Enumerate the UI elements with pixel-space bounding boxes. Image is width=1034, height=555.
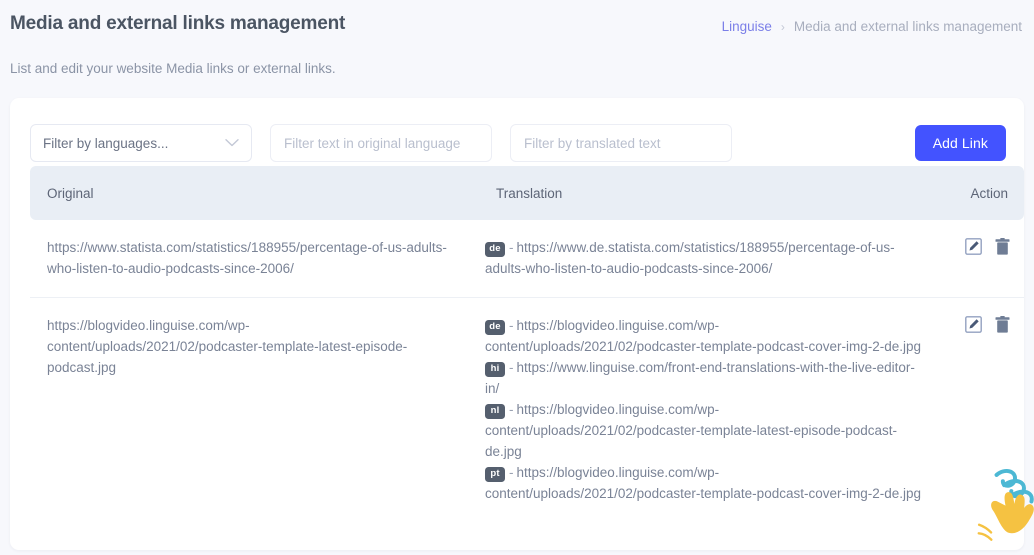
translation-url: https://www.de.statista.com/statistics/1… <box>485 240 895 276</box>
page-header: Media and external links management Ling… <box>0 0 1034 46</box>
table-row: https://www.statista.com/statistics/1889… <box>30 220 1024 298</box>
translation-entry: pt - https://blogvideo.linguise.com/wp-con… <box>485 462 924 504</box>
edit-icon[interactable] <box>965 238 982 255</box>
row-action-group <box>965 316 1010 333</box>
column-header-original: Original <box>30 166 480 220</box>
column-header-action: Action <box>940 166 1024 220</box>
translation-entry: de - https://www.de.statista.com/statistic… <box>485 237 924 279</box>
cell-action <box>940 298 1024 523</box>
delete-icon[interactable] <box>995 238 1010 255</box>
table-body: https://www.statista.com/statistics/1889… <box>30 220 1024 522</box>
translation-url: https://blogvideo.linguise.com/wp-conten… <box>485 402 898 459</box>
translation-dash: - <box>509 360 514 375</box>
cell-original: https://blogvideo.linguise.com/wp-conten… <box>47 318 408 375</box>
translation-url: https://blogvideo.linguise.com/wp-conten… <box>485 465 922 501</box>
page-root: Media and external links management Ling… <box>0 0 1034 555</box>
table-header: Original Translation Action <box>30 166 1024 220</box>
translation-dash: - <box>509 402 514 417</box>
language-badge: de <box>485 242 505 257</box>
page-title: Media and external links management <box>10 13 346 34</box>
chevron-down-icon <box>225 139 239 148</box>
cell-translation: de - https://www.de.statista.com/statistic… <box>480 220 940 298</box>
language-badge: pt <box>485 467 505 482</box>
language-badge: de <box>485 320 505 335</box>
filter-bar: Filter by languages... Add Link <box>10 98 1024 166</box>
translation-dash: - <box>509 318 514 333</box>
page-subtitle: List and edit your website Media links o… <box>10 61 336 76</box>
links-table: Original Translation Action https://www.… <box>30 166 1024 522</box>
translation-entry: hi - https://www.linguise.com/front-end-tr… <box>485 357 924 399</box>
table-header-row: Original Translation Action <box>30 166 1024 220</box>
language-filter-select[interactable]: Filter by languages... <box>30 124 252 162</box>
breadcrumb-link-linguise[interactable]: Linguise <box>722 15 772 39</box>
cell-original: https://www.statista.com/statistics/1889… <box>30 220 480 298</box>
translation-entry: nl - https://blogvideo.linguise.com/wp-con… <box>485 399 924 462</box>
breadcrumb-separator-icon: › <box>780 20 785 34</box>
breadcrumb-current: Media and external links management <box>793 19 1022 34</box>
translation-url: https://www.linguise.com/front-end-trans… <box>485 360 915 396</box>
breadcrumb: Linguise › Media and external links mana… <box>722 12 1022 39</box>
cell-action <box>940 220 1024 298</box>
edit-icon[interactable] <box>965 316 982 333</box>
language-badge: nl <box>485 404 505 419</box>
content-card: Filter by languages... Add Link Origin <box>10 98 1024 550</box>
table-row: https://blogvideo.linguise.com/wp-conten… <box>30 298 1024 523</box>
translation-entry: de - https://blogvideo.linguise.com/wp-con… <box>485 315 924 357</box>
original-text-filter-input[interactable] <box>270 124 492 162</box>
translation-dash: - <box>509 240 514 255</box>
translation-url: https://blogvideo.linguise.com/wp-conten… <box>485 318 922 354</box>
language-badge: hi <box>485 362 505 377</box>
language-filter-label: Filter by languages... <box>43 135 169 151</box>
cell-translation: de - https://blogvideo.linguise.com/wp-con… <box>480 298 940 523</box>
translation-dash: - <box>509 465 514 480</box>
column-header-translation: Translation <box>480 166 940 220</box>
row-action-group <box>965 238 1010 255</box>
translated-text-filter-input[interactable] <box>510 124 732 162</box>
delete-icon[interactable] <box>995 316 1010 333</box>
add-link-button[interactable]: Add Link <box>914 125 1006 161</box>
links-table-wrapper: Original Translation Action https://www.… <box>10 166 1024 522</box>
